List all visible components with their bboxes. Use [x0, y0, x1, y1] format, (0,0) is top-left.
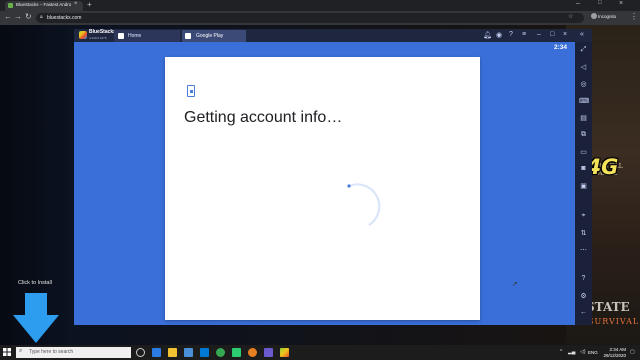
tab-google-play-label: Google Play — [196, 33, 224, 39]
bluestacks-sidebar: ⤢ ◁ ◎ ⌨ ▤ ⧉ ▭ ◙ ▣ ⌖ ⇅ ⋯ ? ⚙ ← — [575, 42, 592, 325]
record-icon[interactable]: ▣ — [579, 182, 588, 190]
collapse-sidebar-icon[interactable]: « — [580, 31, 584, 38]
search-icon: ⌕ — [19, 348, 23, 354]
windows-taskbar: ⌕ Type here to search ^ ▂▄ ◁) ENG 2:34 A… — [0, 345, 640, 360]
device-account-icon-dot — [190, 90, 193, 93]
install-apk-icon[interactable]: ▤ — [579, 114, 588, 122]
cortana-icon[interactable] — [136, 348, 145, 357]
reload-icon[interactable]: ↻ — [25, 12, 32, 21]
state-of-survival-subtitle: SURVIVAL — [588, 317, 640, 326]
forward-arrow-icon[interactable]: → — [14, 12, 22, 21]
help-side-icon[interactable]: ? — [579, 275, 588, 282]
home-icon — [118, 33, 124, 39]
lock-icon: 🔒︎ — [40, 14, 43, 20]
camera-icon[interactable]: ◙ — [579, 165, 588, 172]
screenshot-icon[interactable]: ⧉ — [579, 131, 588, 139]
close-window-icon[interactable]: × — [619, 0, 623, 7]
speaker-icon[interactable]: ◁) — [580, 349, 586, 355]
tab-home[interactable]: Home — [114, 30, 180, 42]
address-bar[interactable]: 🔒︎ bluestacks.com ☆ — [36, 13, 584, 23]
more-icon[interactable]: ⋯ — [579, 246, 588, 254]
loading-spinner-icon — [347, 183, 381, 226]
notification-bell-icon[interactable]: 🔔︎ — [483, 31, 492, 39]
mouse-cursor-icon: ➚ — [512, 281, 518, 288]
browser-tab[interactable]: BlueStacks – Fastest Android Emu... × — [5, 1, 83, 11]
click-to-install-label[interactable]: Click to Install — [18, 280, 52, 286]
mail-icon[interactable] — [200, 348, 209, 357]
dialog-title: Getting account info… — [184, 109, 343, 126]
settings-icon[interactable]: ⚙ — [579, 292, 588, 300]
keyboard-icon[interactable]: ⌨ — [579, 97, 589, 105]
folder-icon[interactable]: ▭ — [579, 148, 588, 156]
minimize-window-icon[interactable]: – — [576, 0, 580, 7]
bluestacks-version: 4.240.0.1075 — [89, 36, 107, 40]
eye-icon[interactable]: ◎ — [579, 80, 588, 88]
browser-toolbar: ← → ↻ 🔒︎ bluestacks.com ☆ Incognito ⋮ — [0, 11, 640, 25]
new-tab-icon[interactable]: + — [87, 0, 92, 10]
notification-center-icon[interactable]: ▢ — [630, 349, 635, 355]
taskbar-clock-time[interactable]: 2:34 AM — [604, 347, 626, 352]
bluestacks-logo-icon — [79, 31, 87, 39]
browser-tab-strip: BlueStacks – Fastest Android Emu... × + … — [0, 0, 640, 11]
star-bookmark-icon[interactable]: ☆ — [568, 13, 573, 20]
fullscreen-icon[interactable]: ⤢ — [579, 46, 588, 54]
browser-menu-icon[interactable]: ⋮ — [630, 12, 638, 21]
help-icon[interactable]: ? — [509, 31, 513, 38]
android-status-clock: 2:34 — [554, 44, 568, 51]
firefox-icon[interactable] — [248, 348, 257, 357]
bs-close-icon[interactable]: × — [563, 31, 567, 38]
tray-chevron-icon[interactable]: ^ — [560, 349, 562, 355]
back-arrow-icon[interactable]: ← — [4, 12, 12, 21]
state-of-survival-logo-text: STATE — [586, 300, 630, 314]
tab-home-label: Home — [128, 33, 142, 39]
incognito-label: Incognito — [598, 14, 617, 19]
app-icon-green[interactable] — [232, 348, 241, 357]
menu-icon[interactable]: ≡ — [522, 31, 526, 38]
tab-google-play[interactable]: Google Play — [182, 30, 246, 42]
location-icon[interactable]: ⌖ — [579, 212, 588, 220]
google-play-icon — [185, 33, 191, 39]
taskbar-search-box[interactable]: ⌕ Type here to search — [16, 347, 131, 358]
file-explorer-icon[interactable] — [168, 348, 177, 357]
back-icon[interactable]: ← — [579, 309, 588, 316]
volume-icon[interactable]: ◁ — [579, 63, 588, 71]
windows-start-icon[interactable] — [3, 348, 11, 356]
edge-icon[interactable] — [152, 348, 161, 357]
bs-maximize-icon[interactable]: □ — [550, 31, 554, 38]
store-icon[interactable] — [184, 348, 193, 357]
bluestacks-app-name: BlueStacks — [89, 29, 116, 35]
shake-icon[interactable]: ⇅ — [579, 229, 588, 237]
incognito-icon[interactable] — [591, 13, 597, 19]
chrome-icon[interactable] — [216, 348, 225, 357]
bs-minimize-icon[interactable]: – — [537, 31, 541, 38]
bluestacks-favicon-icon — [8, 3, 13, 8]
google-play-signin-dialog: Getting account info… ➚ — [165, 57, 518, 320]
browser-tab-title: BlueStacks – Fastest Android Emu... — [16, 2, 71, 7]
taskbar-clock-date[interactable]: 29/12/2020 — [600, 353, 626, 358]
bluestacks-window: BlueStacks 4.240.0.1075 Home Google Play… — [74, 29, 592, 325]
bluestacks-taskbar-icon[interactable] — [280, 348, 289, 357]
address-bar-url: bluestacks.com — [47, 15, 82, 21]
language-indicator[interactable]: ENG — [588, 350, 598, 355]
network-icon[interactable]: ▂▄ — [568, 349, 575, 355]
maximize-window-icon[interactable]: □ — [598, 0, 602, 6]
download-arrow-icon[interactable] — [13, 293, 59, 343]
close-tab-icon[interactable]: × — [74, 1, 78, 7]
account-icon[interactable]: ◉ — [496, 31, 502, 39]
app-icon-purple[interactable] — [264, 348, 273, 357]
bluestacks-titlebar: BlueStacks 4.240.0.1075 Home Google Play… — [74, 29, 592, 42]
taskbar-search-placeholder: Type here to search — [29, 349, 74, 355]
